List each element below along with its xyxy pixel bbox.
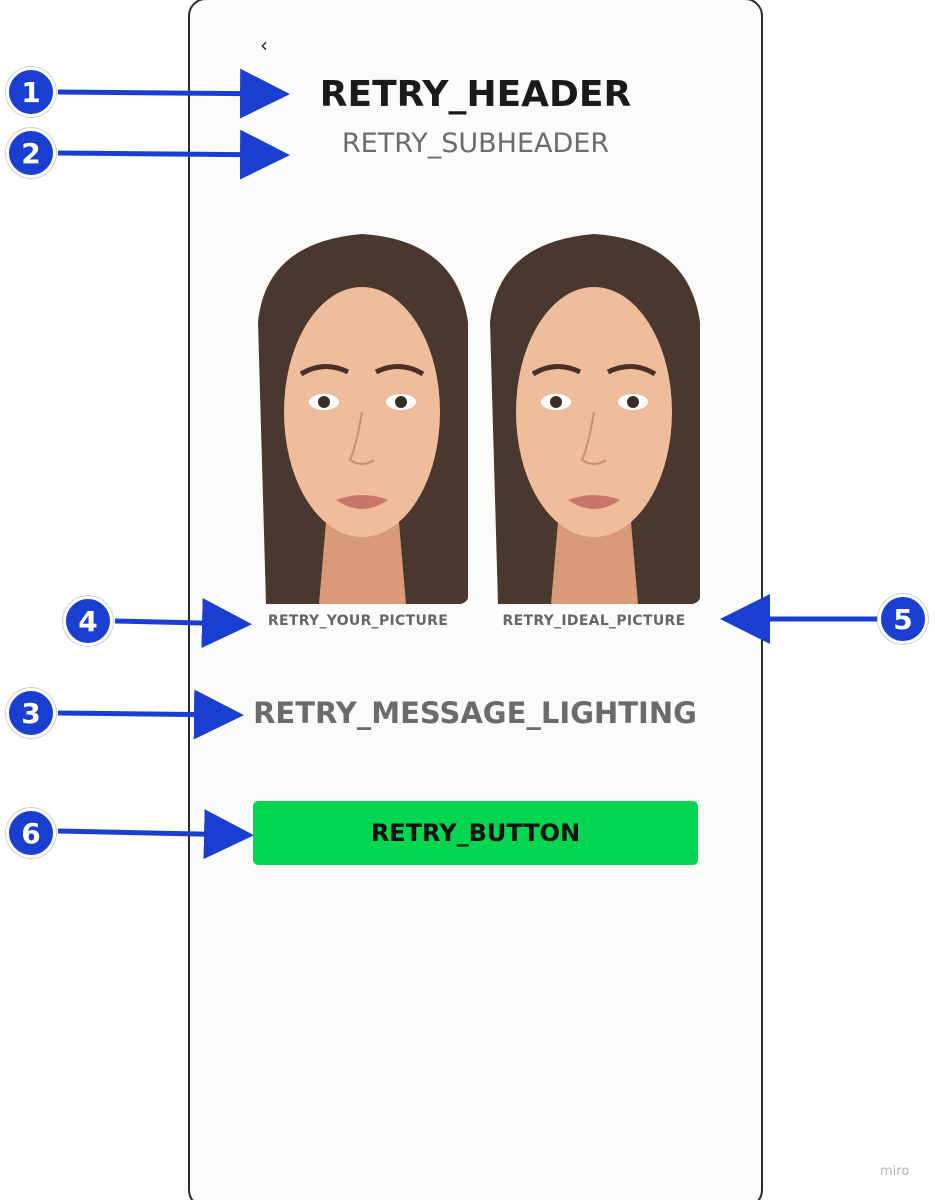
annotation-badge-1: 1 (6, 67, 56, 117)
your-picture-label: RETRY_YOUR_PICTURE (267, 613, 449, 629)
annotation-badge-2: 2 (6, 128, 56, 178)
retry-header: RETRY_HEADER (319, 74, 632, 115)
annotation-badge-4: 4 (63, 596, 113, 646)
annotation-badge-5: 5 (878, 594, 928, 644)
chevron-left-icon[interactable]: ‹ (253, 32, 275, 58)
retry-button[interactable]: RETRY_BUTTON (253, 801, 698, 865)
retry-message-lighting: RETRY_MESSAGE_LIGHTING (253, 696, 697, 730)
ideal-picture-label: RETRY_IDEAL_PICTURE (502, 613, 686, 629)
annotation-badge-3: 3 (6, 688, 56, 738)
ideal-picture-image (488, 232, 701, 604)
retry-subheader: RETRY_SUBHEADER (341, 128, 610, 159)
annotation-badge-6: 6 (6, 808, 56, 858)
your-picture-image (256, 232, 469, 604)
miro-watermark: miro (880, 1164, 910, 1179)
